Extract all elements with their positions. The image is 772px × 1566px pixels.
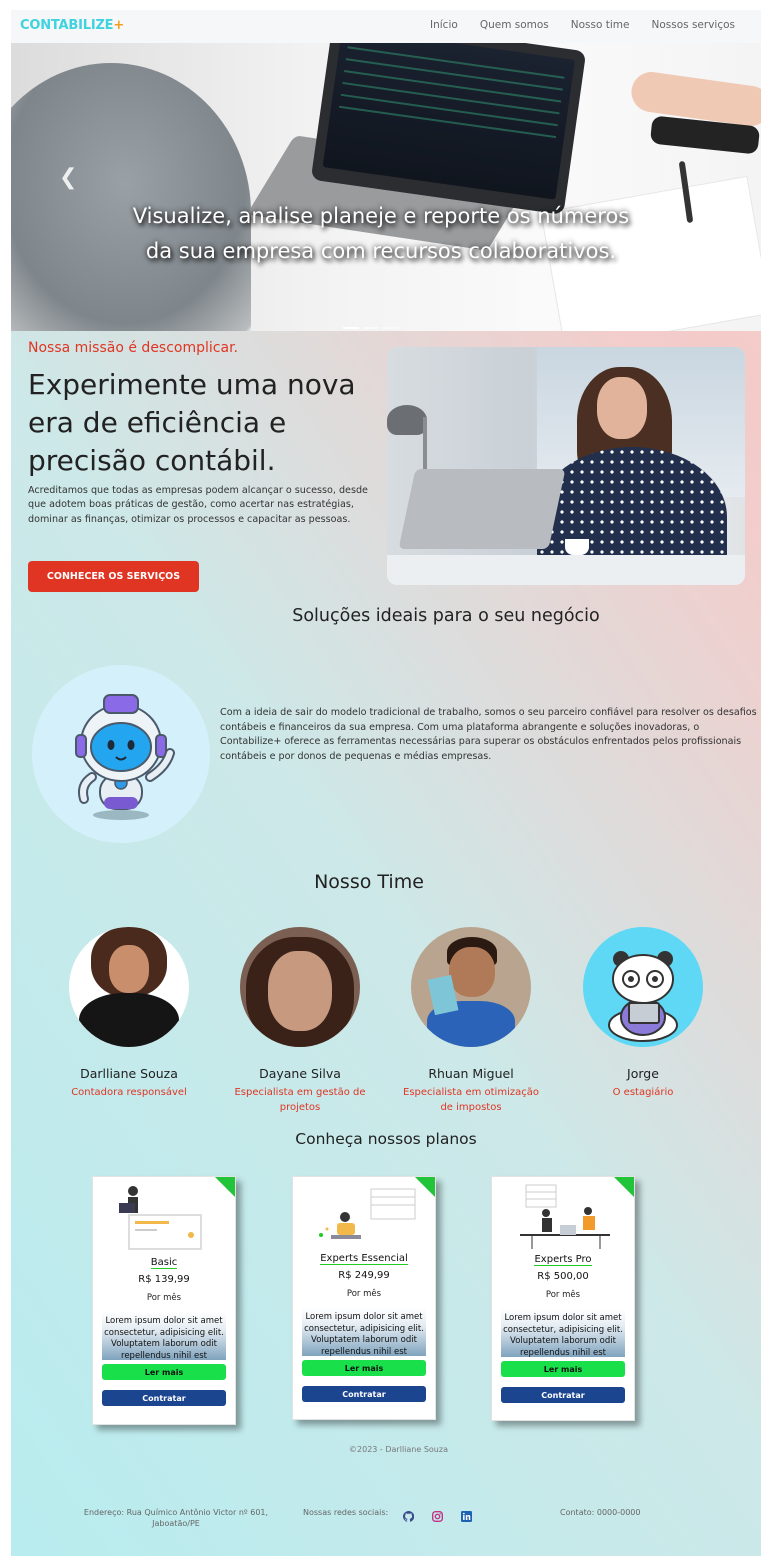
nav-link-inicio[interactable]: Início bbox=[430, 19, 458, 31]
plan-illustration bbox=[93, 1177, 235, 1257]
carousel-indicators bbox=[343, 327, 399, 329]
team-member-rhuan: Rhuan Miguel Especialista em otimização … bbox=[401, 927, 541, 1115]
carousel-indicator-1[interactable] bbox=[343, 327, 359, 329]
read-more-button[interactable]: Ler mais bbox=[501, 1361, 625, 1377]
carousel-indicator-2[interactable] bbox=[363, 327, 379, 329]
plan-price: R$ 139,99 bbox=[138, 1274, 190, 1285]
read-more-button[interactable]: Ler mais bbox=[102, 1364, 226, 1380]
team-title: Nosso Time bbox=[314, 871, 424, 893]
plan-card-experts-pro: Experts Pro R$ 500,00 Por mês Lorem ipsu… bbox=[491, 1176, 635, 1421]
plan-price: R$ 500,00 bbox=[537, 1271, 589, 1282]
team-member-darlliane: Darlliane Souza Contadora responsável bbox=[59, 927, 199, 1100]
logo[interactable]: CONTABILIZE+ bbox=[20, 18, 124, 33]
hire-button[interactable]: Contratar bbox=[102, 1390, 226, 1406]
plan-card-experts-essencial: Experts Essencial R$ 249,99 Por mês Lore… bbox=[292, 1176, 436, 1420]
panda-icon bbox=[583, 927, 703, 1047]
plan-period: Por mês bbox=[346, 1289, 382, 1299]
team-member-jorge: Jorge O estagiário bbox=[573, 927, 713, 1100]
footer-contact: Contato: 0000-0000 bbox=[560, 1508, 641, 1517]
member-name: Rhuan Miguel bbox=[428, 1066, 514, 1081]
linkedin-icon[interactable] bbox=[461, 1507, 472, 1522]
nav-link-nosso-time[interactable]: Nosso time bbox=[571, 19, 630, 31]
hire-button[interactable]: Contratar bbox=[501, 1387, 625, 1403]
hire-button[interactable]: Contratar bbox=[302, 1386, 426, 1402]
mission-tagline: Nossa missão é descomplicar. bbox=[28, 340, 238, 356]
team-member-dayane: Dayane Silva Especialista em gestão de p… bbox=[230, 927, 370, 1115]
plan-period: Por mês bbox=[146, 1293, 182, 1303]
nav-link-quem-somos[interactable]: Quem somos bbox=[480, 19, 549, 31]
copyright: ©2023 - Darlliane Souza bbox=[349, 1445, 448, 1454]
logo-text: CONTABILIZE bbox=[20, 18, 114, 33]
social-label: Nossas redes sociais: bbox=[303, 1508, 389, 1517]
plan-description: Lorem ipsum dolor sit amet consectetur, … bbox=[501, 1309, 625, 1357]
plan-name: Experts Pro bbox=[534, 1254, 592, 1266]
plan-description: Lorem ipsum dolor sit amet consectetur, … bbox=[102, 1312, 226, 1360]
solutions-text: Com a ideia de sair do modelo tradiciona… bbox=[220, 707, 757, 762]
mission-title: Experimente uma nova era de eficiência e… bbox=[28, 368, 356, 477]
navbar: CONTABILIZE+ Início Quem somos Nosso tim… bbox=[11, 10, 761, 43]
read-more-button[interactable]: Ler mais bbox=[302, 1360, 426, 1376]
astronaut-robot-icon bbox=[32, 665, 210, 843]
mission-text: Acreditamos que todas as empresas podem … bbox=[28, 485, 368, 525]
hero-carousel: ❮ Visualize, analise planeje e reporte o… bbox=[11, 43, 761, 331]
plan-price: R$ 249,99 bbox=[338, 1270, 390, 1281]
avatar bbox=[240, 927, 360, 1047]
logo-plus: + bbox=[113, 18, 125, 33]
chevron-left-icon[interactable]: ❮ bbox=[59, 165, 77, 190]
member-role: O estagiário bbox=[612, 1087, 674, 1098]
plan-name: Experts Essencial bbox=[320, 1253, 408, 1265]
member-name: Jorge bbox=[627, 1066, 659, 1081]
hero-laptop-screen bbox=[322, 43, 575, 200]
github-icon[interactable] bbox=[402, 1507, 415, 1522]
conhecer-servicos-button[interactable]: CONHECER OS SERVIÇOS bbox=[28, 561, 199, 592]
nav-link-nossos-servicos[interactable]: Nossos serviços bbox=[652, 19, 736, 31]
plan-illustration bbox=[492, 1177, 634, 1254]
member-role: Contadora responsável bbox=[71, 1087, 187, 1098]
avatar bbox=[411, 927, 531, 1047]
member-role: Especialista em gestão de projetos bbox=[234, 1087, 366, 1113]
carousel-indicator-3[interactable] bbox=[383, 327, 399, 329]
plan-illustration bbox=[293, 1177, 435, 1253]
plan-card-basic: Basic R$ 139,99 Por mês Lorem ipsum dolo… bbox=[92, 1176, 236, 1425]
avatar bbox=[69, 927, 189, 1047]
plans-title: Conheça nossos planos bbox=[295, 1130, 477, 1148]
plan-name: Basic bbox=[150, 1257, 178, 1269]
footer-address: Endereço: Rua Químico Antônio Victor nº … bbox=[83, 1508, 269, 1528]
solutions-title: Soluções ideais para o seu negócio bbox=[292, 606, 600, 626]
hero-person bbox=[11, 63, 251, 331]
hero-caption: Visualize, analise planeje e reporte os … bbox=[132, 204, 630, 263]
member-name: Dayane Silva bbox=[259, 1066, 341, 1081]
plan-period: Por mês bbox=[545, 1290, 581, 1300]
plan-description: Lorem ipsum dolor sit amet consectetur, … bbox=[302, 1308, 426, 1356]
page: CONTABILIZE+ Início Quem somos Nosso tim… bbox=[11, 10, 761, 1556]
instagram-icon[interactable] bbox=[432, 1507, 443, 1522]
member-role: Especialista em otimização de impostos bbox=[403, 1087, 539, 1113]
mission-photo bbox=[387, 347, 745, 585]
member-name: Darlliane Souza bbox=[80, 1066, 178, 1081]
nav-links: Início Quem somos Nosso time Nossos serv… bbox=[430, 19, 735, 31]
